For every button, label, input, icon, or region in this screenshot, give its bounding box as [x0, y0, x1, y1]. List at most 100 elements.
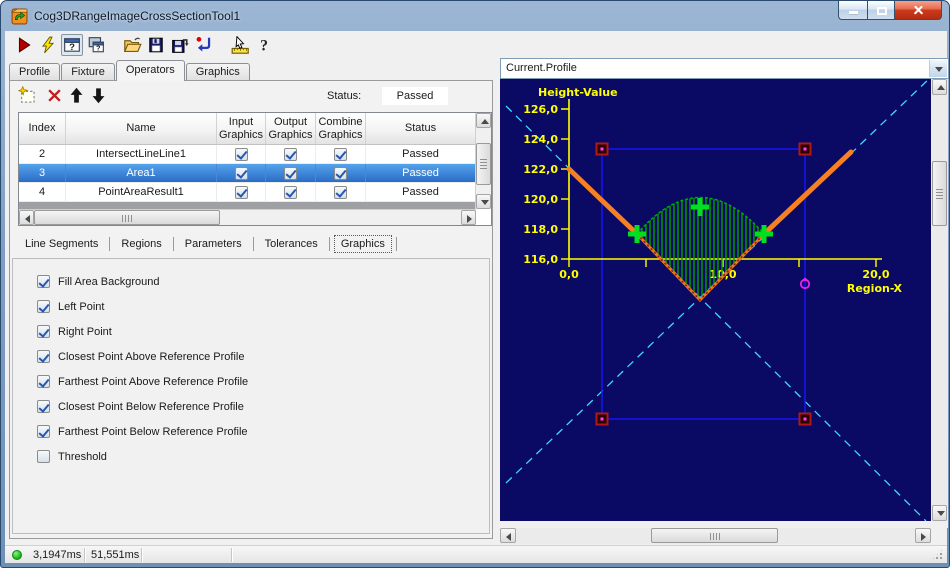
chart-vertical-scrollbar[interactable]: [931, 79, 948, 521]
resize-grip-icon[interactable]: [931, 548, 944, 561]
pointer-ruler-icon: [231, 35, 249, 54]
svg-text:120,0: 120,0: [523, 193, 558, 206]
move-up-button[interactable]: [67, 86, 86, 105]
subtab-tolerances[interactable]: Tolerances: [254, 235, 329, 253]
scroll-down-icon: [481, 200, 489, 205]
measure-tool-button[interactable]: [229, 34, 251, 56]
save-icon: [149, 37, 163, 53]
operators-table: Index Name Input Graphics Output Graphics …: [18, 112, 492, 226]
app-window: Cog3DRangeImageCrossSectionTool1 ? ? ? P…: [0, 0, 950, 568]
checkbox[interactable]: [37, 425, 50, 438]
minimize-icon: [849, 11, 858, 14]
option-left-point[interactable]: Left Point: [37, 294, 489, 319]
checkbox[interactable]: [37, 300, 50, 313]
option-closest-point-above[interactable]: Closest Point Above Reference Profile: [37, 344, 489, 369]
results-window-icon: ?: [64, 38, 80, 53]
svg-text:122,0: 122,0: [523, 163, 558, 176]
subtab-graphics[interactable]: Graphics: [333, 235, 392, 253]
output-graphics-checkbox[interactable]: [284, 147, 297, 161]
profile-selector-combobox[interactable]: Current.Profile: [500, 58, 949, 79]
option-closest-point-below[interactable]: Closest Point Below Reference Profile: [37, 394, 489, 419]
reset-button[interactable]: [193, 34, 215, 56]
show-results-window-button[interactable]: ?: [61, 34, 83, 56]
total-time: 51,551ms: [91, 549, 140, 561]
minimize-button[interactable]: [838, 1, 867, 20]
electric-run-button[interactable]: [37, 34, 59, 56]
maximize-icon: [877, 7, 887, 15]
input-graphics-checkbox[interactable]: [234, 185, 248, 199]
float-window-icon: ?: [88, 37, 104, 53]
input-graphics-checkbox[interactable]: [234, 147, 248, 161]
close-button[interactable]: [895, 1, 942, 20]
option-fill-area-background[interactable]: Fill Area Background: [37, 269, 489, 294]
table-header: Index Name Input Graphics Output Graphics …: [19, 113, 476, 145]
combine-graphics-checkbox[interactable]: [334, 147, 347, 161]
checkbox[interactable]: [37, 375, 50, 388]
tab-operators[interactable]: Operators: [115, 60, 185, 81]
combo-dropdown-button[interactable]: [929, 60, 947, 77]
scroll-up-icon: [481, 119, 489, 124]
maximize-button[interactable]: [867, 1, 895, 20]
option-farthest-point-above[interactable]: Farthest Point Above Reference Profile: [37, 369, 489, 394]
option-right-point[interactable]: Right Point: [37, 319, 489, 344]
checkbox[interactable]: [37, 400, 50, 413]
reset-icon: [196, 37, 211, 52]
checkbox[interactable]: [37, 450, 50, 463]
combine-graphics-checkbox[interactable]: [334, 185, 347, 199]
operators-tab-page: Status: Passed Index Name Input Graphics …: [9, 80, 493, 539]
option-farthest-point-below[interactable]: Farthest Point Below Reference Profile: [37, 419, 489, 444]
open-file-button[interactable]: [121, 34, 143, 56]
run-button[interactable]: [13, 34, 35, 56]
option-threshold[interactable]: Threshold: [37, 444, 489, 469]
subtab-regions[interactable]: Regions: [110, 235, 172, 253]
combine-graphics-checkbox[interactable]: [334, 166, 347, 180]
chart-horizontal-scrollbar[interactable]: [500, 528, 931, 544]
input-graphics-checkbox[interactable]: [234, 166, 248, 180]
scroll-left-icon: [25, 215, 30, 223]
svg-text:?: ?: [96, 44, 101, 53]
profile-line-right: [761, 149, 854, 237]
tab-profile[interactable]: Profile: [9, 63, 61, 81]
delete-operator-button[interactable]: [45, 86, 64, 105]
table-horizontal-scrollbar[interactable]: [19, 209, 476, 225]
output-graphics-checkbox[interactable]: [284, 166, 297, 180]
graphics-options-panel: Fill Area Background Left Point Right Po…: [12, 258, 490, 534]
add-operator-button[interactable]: [18, 86, 37, 105]
tab-graphics[interactable]: Graphics: [185, 63, 250, 81]
svg-text:?: ?: [260, 38, 268, 54]
scroll-left-icon: [506, 533, 511, 541]
save-button[interactable]: [145, 34, 167, 56]
execution-time: 3,1947ms: [33, 549, 82, 561]
table-row[interactable]: 2 IntersectLineLine1 Passed: [19, 145, 476, 164]
svg-text:20,0: 20,0: [862, 268, 889, 281]
checkbox[interactable]: [37, 350, 50, 363]
operator-subtabs: Line Segments Regions Parameters Toleran…: [14, 233, 397, 255]
scroll-right-icon: [921, 533, 926, 541]
profile-chart-canvas[interactable]: Height-Value 126,0 124,0 122,0 120,0 118…: [500, 79, 931, 521]
lightning-icon: [42, 36, 55, 54]
main-toolbar: ? ? ?: [5, 31, 947, 59]
tab-fixture[interactable]: Fixture: [61, 63, 115, 81]
float-window-button[interactable]: ?: [85, 34, 107, 56]
svg-text:116,0: 116,0: [523, 253, 558, 266]
status-bar: 3,1947ms 51,551ms: [5, 545, 947, 563]
status-value: Passed: [382, 87, 448, 105]
move-down-button[interactable]: [89, 86, 108, 105]
output-graphics-checkbox[interactable]: [284, 185, 297, 199]
window-title: Cog3DRangeImageCrossSectionTool1: [34, 9, 241, 23]
titlebar[interactable]: Cog3DRangeImageCrossSectionTool1: [1, 1, 949, 31]
svg-text:118,0: 118,0: [523, 223, 558, 236]
subtab-parameters[interactable]: Parameters: [174, 235, 253, 253]
status-label: Status:: [327, 90, 362, 102]
table-row[interactable]: 3 Area1 Passed: [19, 164, 476, 183]
table-row[interactable]: 4 PointAreaResult1 Passed: [19, 183, 476, 202]
save-as-button[interactable]: [169, 34, 191, 56]
help-button[interactable]: ?: [253, 34, 275, 56]
scroll-up-icon: [937, 85, 945, 90]
table-vertical-scrollbar[interactable]: [475, 113, 491, 209]
checkbox[interactable]: [37, 275, 50, 288]
subtab-line-segments[interactable]: Line Segments: [14, 235, 109, 253]
main-tabstrip: Profile Fixture Operators Graphics: [9, 60, 251, 81]
checkbox[interactable]: [37, 325, 50, 338]
scroll-right-icon: [467, 215, 472, 223]
